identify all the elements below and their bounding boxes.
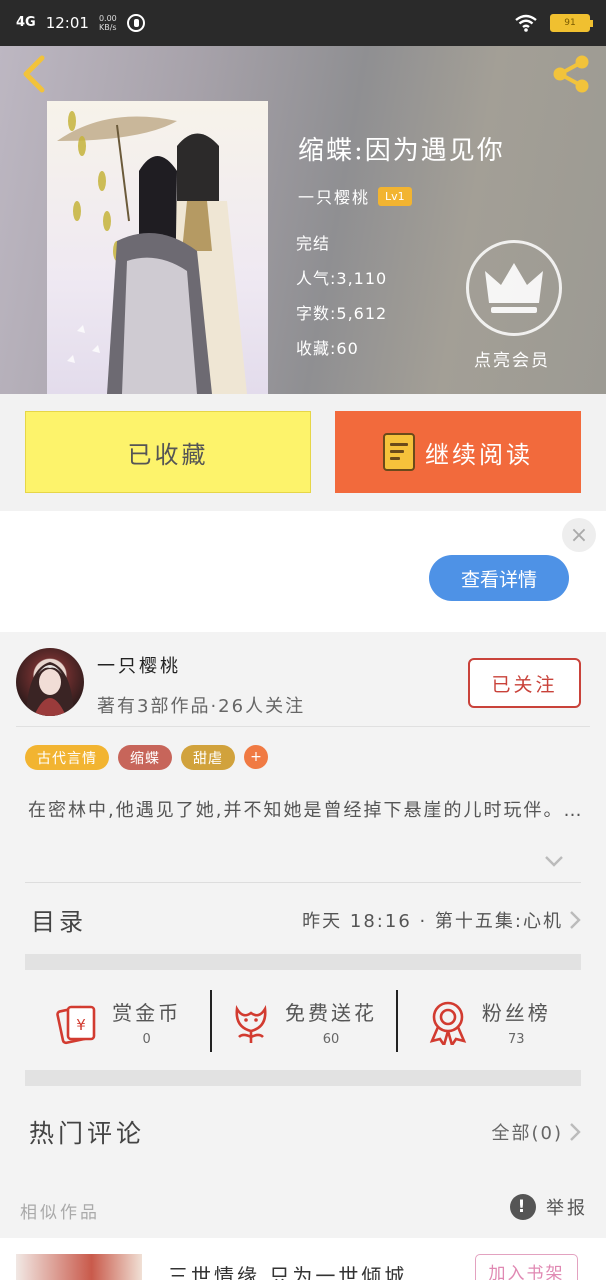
toc-title: 目录 (31, 908, 87, 936)
author-card-name[interactable]: 一只樱桃 (97, 652, 181, 678)
avatar-illustration (26, 662, 74, 716)
flower-icon (235, 1005, 267, 1043)
support-bar: ¥ 赏金币 0 免费送花 60 粉丝榜 73 (25, 972, 581, 1072)
medal-icon (429, 1001, 467, 1045)
red-envelope-icon: ¥ (56, 1005, 96, 1045)
book-icon (383, 433, 415, 471)
svg-text:¥: ¥ (76, 1016, 86, 1034)
globe-icon (126, 14, 145, 32)
add-to-shelf-button[interactable]: 加入书架 (475, 1254, 578, 1280)
hot-comments-title: 热门评论 (29, 1119, 146, 1148)
report-button[interactable]: ! 举报 (510, 1194, 588, 1220)
chevron-right-icon (570, 910, 581, 929)
wifi-icon (515, 14, 537, 32)
followed-button[interactable]: 已关注 (468, 658, 581, 708)
back-arrow-icon[interactable] (14, 52, 54, 96)
network-indicator: 4G (16, 15, 36, 30)
book-synopsis: 在密林中,他遇见了她,并不知她是曾经掉下悬崖的儿时玩伴。… (28, 800, 584, 821)
author-level-badge: Lv1 (378, 186, 412, 206)
book-detail-page: 4G 12:01 0.00 KB/s 91 缩蝶:因为遇见你 一只樱桃 Lv1 … (0, 0, 606, 1280)
action-bar: 已收藏 继续阅读 (0, 394, 606, 510)
tag-chip[interactable]: 古代言情 (25, 745, 109, 770)
support-label: 赏金币 (112, 1001, 182, 1025)
author-row: 一只樱桃 Lv1 (298, 184, 412, 208)
book-title: 缩蝶:因为遇见你 (298, 136, 505, 166)
support-value: 73 (508, 1032, 525, 1047)
latest-chapter: 昨天 18:16 · 第十五集:心机 (302, 907, 581, 933)
cover-illustration (57, 111, 247, 394)
speed-value: 0.00 (98, 14, 117, 23)
tag-list: 古代言情 缩蝶 甜虐 + (25, 745, 268, 770)
continue-reading-label: 继续阅读 (425, 440, 533, 469)
divider (16, 726, 590, 727)
support-text: 赏金币 0 (112, 997, 181, 1047)
close-icon[interactable]: × (562, 518, 596, 552)
view-details-button[interactable]: 查看详情 (429, 555, 569, 601)
book-author[interactable]: 一只樱桃 (298, 184, 370, 208)
all-comments-link[interactable]: 全部(0) (492, 1119, 582, 1145)
similar-work-cover[interactable] (16, 1254, 142, 1280)
continue-reading-button[interactable]: 继续阅读 (335, 411, 581, 493)
network-speed: 0.00 KB/s (99, 14, 117, 32)
support-label: 免费送花 (284, 1001, 377, 1025)
support-label: 粉丝榜 (481, 1001, 551, 1025)
book-hero: 缩蝶:因为遇见你 一只樱桃 Lv1 完结 人气:3,110 字数:5,612 收… (0, 46, 606, 394)
tag-chip[interactable]: 甜虐 (181, 745, 235, 770)
report-label: 举报 (546, 1198, 588, 1219)
support-value: 60 (322, 1032, 340, 1047)
reward-coins-button[interactable]: ¥ 赏金币 0 (25, 972, 210, 1072)
send-flower-button[interactable]: 免费送花 60 (210, 972, 395, 1072)
book-word-count: 字数:5,612 (296, 304, 388, 323)
hot-comments-row: 热门评论 全部(0) (25, 1102, 581, 1162)
speed-unit: KB/s (98, 23, 117, 32)
similar-works-title: 相似作品 (20, 1203, 100, 1223)
support-value: 0 (142, 1032, 151, 1047)
table-of-contents-row[interactable]: 目录 昨天 18:16 · 第十五集:心机 (25, 882, 581, 956)
add-tag-button[interactable]: + (244, 745, 268, 769)
battery-icon: 91 (550, 14, 593, 32)
author-card-stats: 著有3部作品·26人关注 (97, 696, 306, 717)
author-avatar[interactable] (16, 648, 84, 716)
latest-chapter-label: 昨天 18:16 · 第十五集:心机 (302, 910, 563, 932)
support-text: 免费送花 60 (285, 997, 377, 1047)
chevron-down-icon[interactable] (544, 854, 564, 868)
section-divider (25, 954, 581, 970)
share-icon[interactable] (548, 52, 594, 96)
chevron-right-icon (570, 1123, 581, 1141)
similar-work-item[interactable]: 三世情缘 只为一世倾城 加入书架 (0, 1238, 606, 1280)
favorited-button[interactable]: 已收藏 (25, 411, 311, 493)
vip-label[interactable]: 点亮会员 (474, 346, 550, 371)
book-status: 完结 (296, 234, 331, 253)
ad-banner: × 查看详情 (0, 511, 606, 632)
all-comments-label: 全部(0) (491, 1123, 563, 1144)
vip-button[interactable] (466, 240, 562, 336)
similar-work-title[interactable]: 三世情缘 只为一世倾城 (168, 1260, 407, 1280)
support-text: 粉丝榜 73 (482, 997, 551, 1047)
tag-chip[interactable]: 缩蝶 (118, 745, 172, 770)
section-divider (25, 1070, 581, 1086)
fans-ranking-button[interactable]: 粉丝榜 73 (395, 972, 581, 1072)
book-info-section: 一只樱桃 著有3部作品·26人关注 已关注 古代言情 缩蝶 甜虐 + 在密林中,… (0, 632, 606, 1280)
status-time: 12:01 (45, 14, 89, 32)
book-cover-image[interactable] (47, 101, 268, 394)
book-popularity: 人气:3,110 (296, 269, 388, 288)
book-favorites: 收藏:60 (296, 339, 359, 358)
alert-icon: ! (510, 1194, 536, 1220)
status-bar: 4G 12:01 0.00 KB/s 91 (0, 0, 606, 46)
crown-icon (485, 263, 543, 313)
